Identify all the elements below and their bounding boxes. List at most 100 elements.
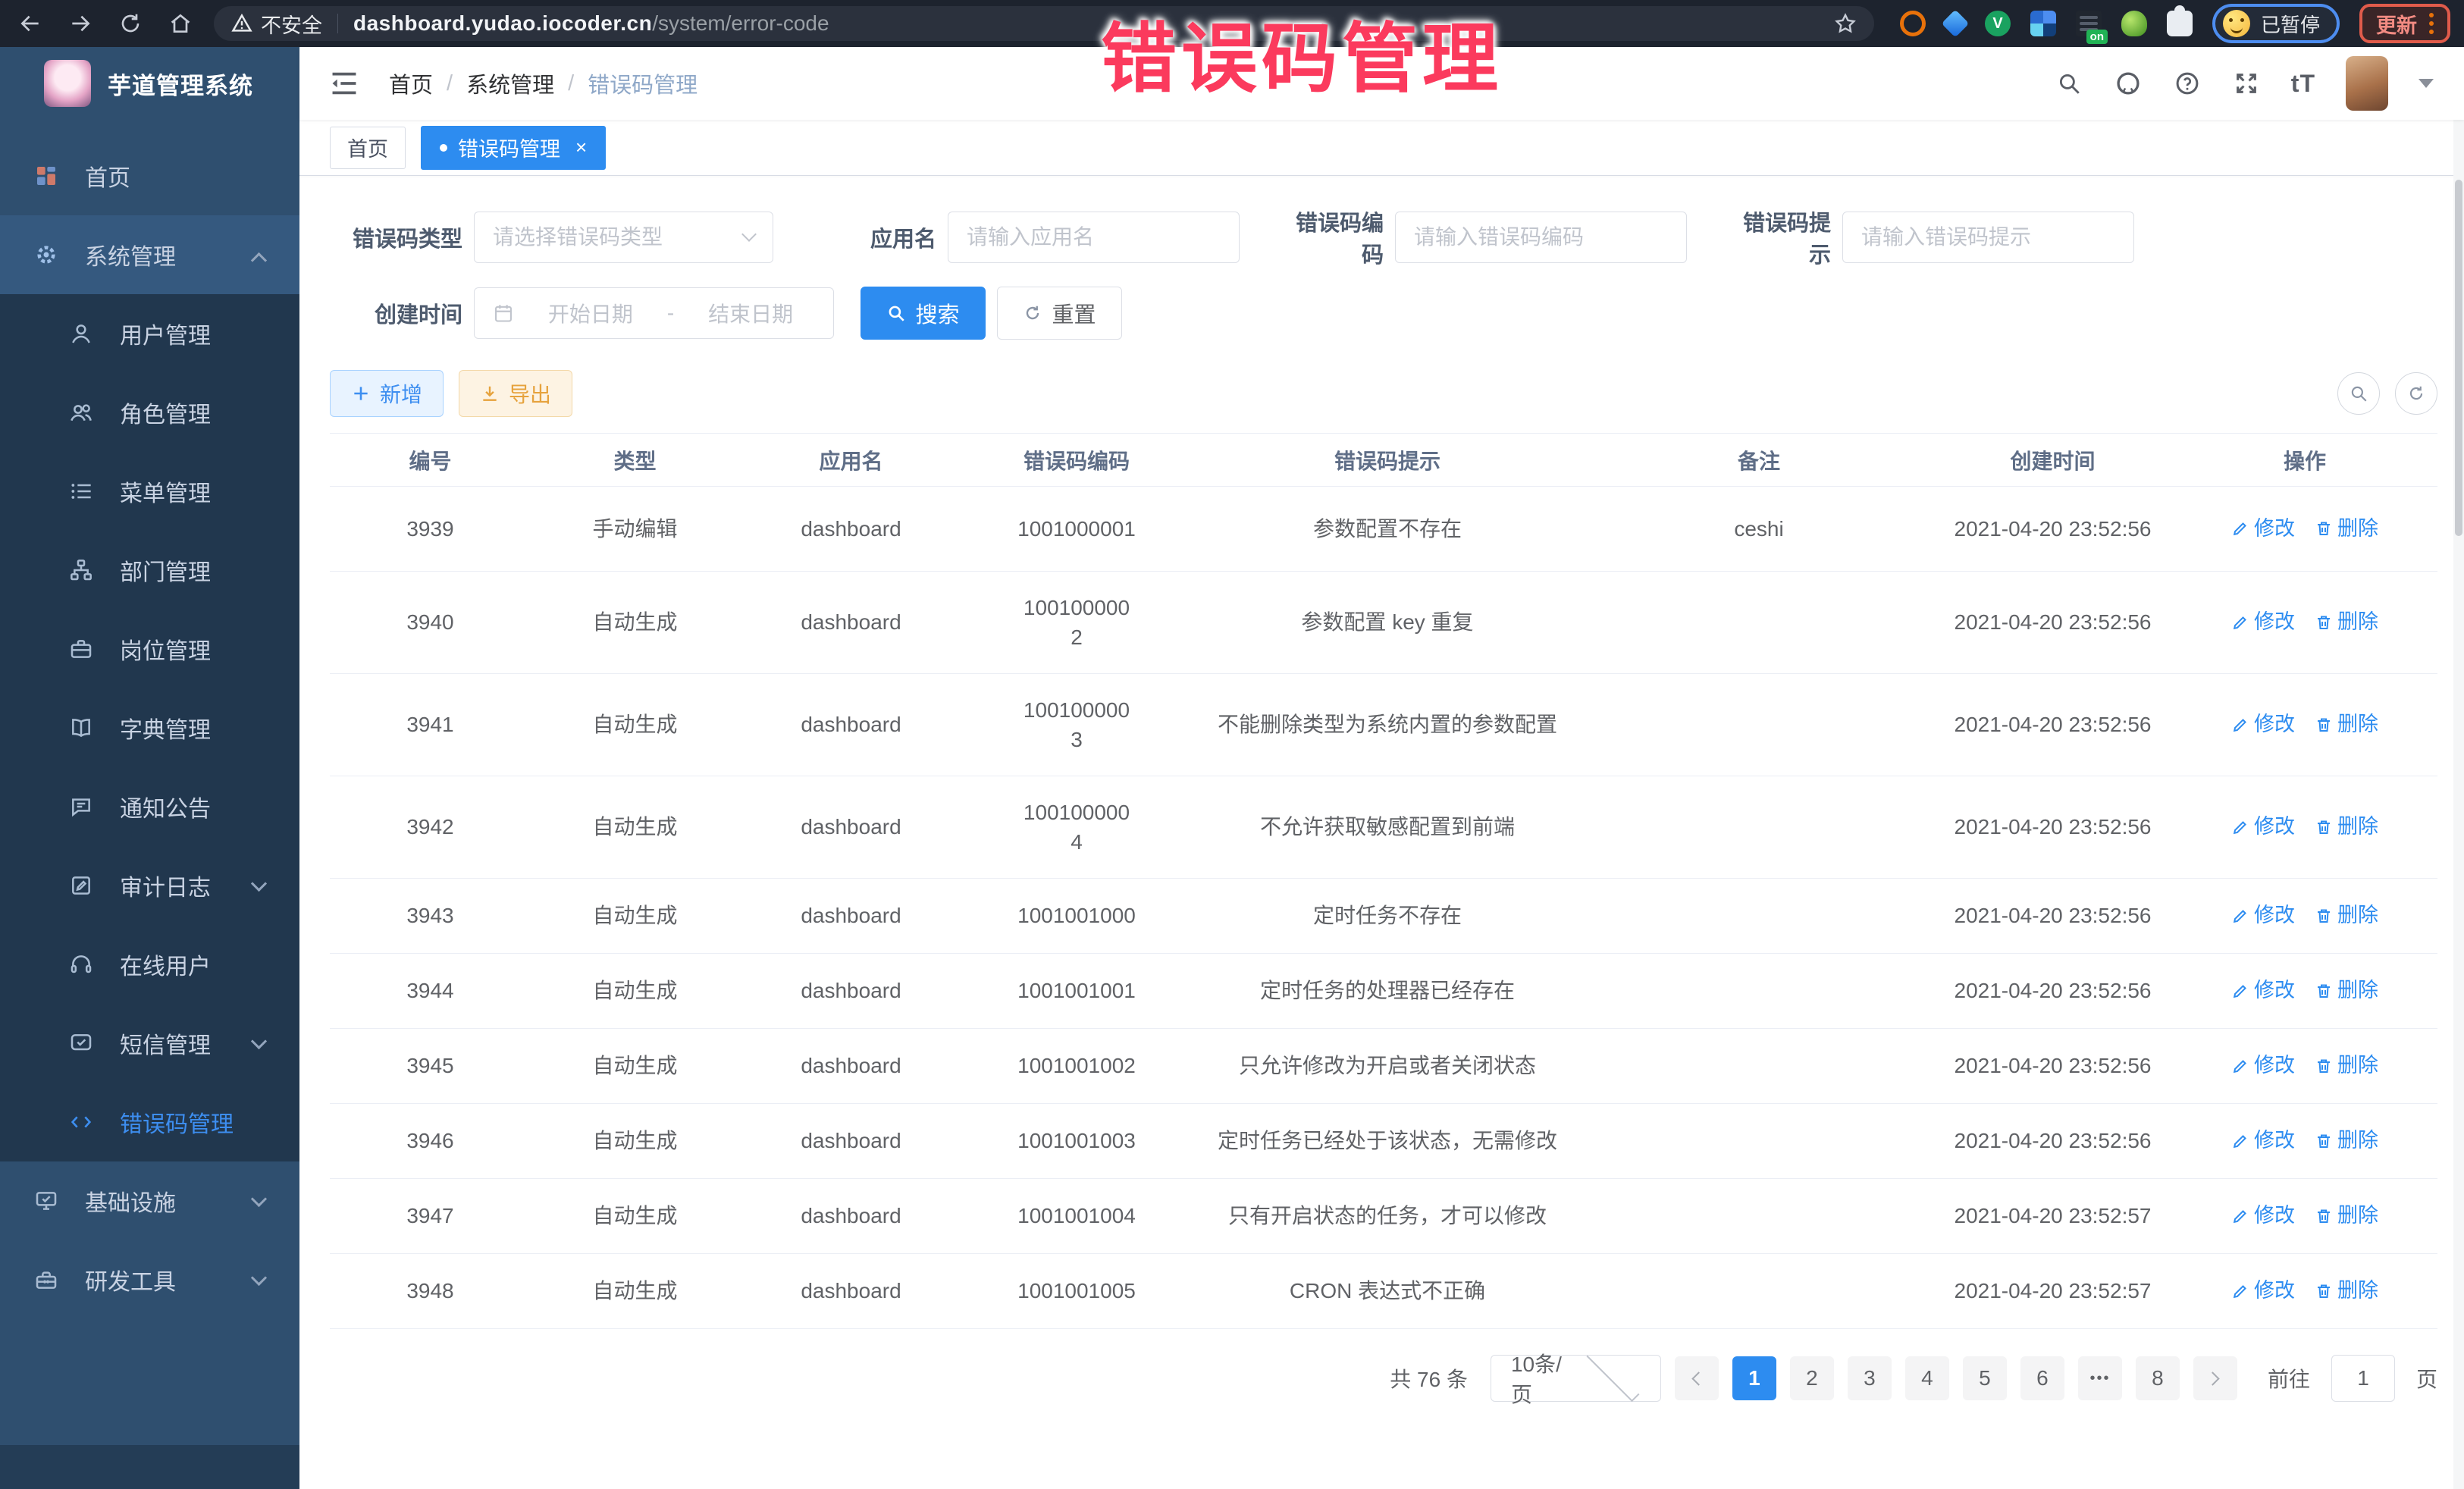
delete-link[interactable]: 删除 (2315, 976, 2378, 1005)
delete-link[interactable]: 删除 (2315, 1202, 2378, 1230)
search-icon[interactable] (2055, 69, 2083, 98)
page-size-select[interactable]: 10条/页 (1491, 1355, 1661, 1402)
extension-icon[interactable] (2121, 11, 2147, 36)
browser-profile-paused[interactable]: 已暂停 (2212, 4, 2340, 43)
tab-error-code-active[interactable]: 错误码管理 × (421, 126, 606, 170)
edit-link[interactable]: 修改 (2231, 1277, 2295, 1306)
help-icon[interactable] (2173, 69, 2202, 98)
sidebar-item-menus[interactable]: 菜单管理 (0, 452, 299, 531)
goto-page-input[interactable] (2331, 1355, 2395, 1402)
github-icon[interactable] (2114, 69, 2143, 98)
extension-icon[interactable]: on (2076, 11, 2102, 36)
breadcrumb-system[interactable]: 系统管理 (466, 67, 554, 99)
reload-icon[interactable] (117, 10, 144, 37)
sidebar-item-dev-tools[interactable]: 研发工具 (0, 1240, 299, 1319)
sidebar-item-error-code[interactable]: 错误码管理 (0, 1083, 299, 1161)
extension-icon[interactable] (1942, 10, 1970, 38)
sidebar-item-notices[interactable]: 通知公告 (0, 767, 299, 846)
page-button-4[interactable]: 4 (1905, 1356, 1949, 1400)
sidebar-item-departments[interactable]: 部门管理 (0, 531, 299, 610)
search-button[interactable]: 搜索 (861, 287, 986, 340)
edit-link[interactable]: 修改 (2231, 608, 2295, 637)
page-button-1[interactable]: 1 (1732, 1356, 1776, 1400)
page-button-8[interactable]: 8 (2136, 1356, 2180, 1400)
close-icon[interactable]: × (575, 136, 587, 159)
prev-page-button[interactable] (1675, 1356, 1719, 1400)
sidebar-item-online-users[interactable]: 在线用户 (0, 925, 299, 1004)
table-row: 3941自动生成dashboard100100000 3不能删除类型为系统内置的… (330, 674, 2437, 776)
security-label[interactable]: 不安全 (261, 9, 322, 39)
more-pages-button[interactable]: ••• (2078, 1356, 2122, 1400)
extension-icon[interactable] (2030, 11, 2056, 36)
extension-icon[interactable] (1900, 11, 1926, 36)
refresh-icon[interactable] (2395, 372, 2437, 415)
home-icon[interactable] (167, 10, 194, 37)
delete-link[interactable]: 删除 (2315, 1277, 2378, 1306)
reset-button[interactable]: 重置 (997, 287, 1122, 340)
breadcrumb-home[interactable]: 首页 (389, 67, 433, 99)
toggle-search-icon[interactable] (2337, 372, 2380, 415)
app-logo[interactable]: 芋道管理系统 (0, 47, 299, 120)
url-divider (337, 14, 338, 33)
edit-link[interactable]: 修改 (2231, 976, 2295, 1005)
sidebar-item-sms[interactable]: 短信管理 (0, 1004, 299, 1083)
app-name-input[interactable] (967, 225, 1221, 249)
extension-icon[interactable]: V (1985, 11, 2011, 36)
sidebar-item-label: 基础设施 (85, 1184, 176, 1218)
delete-link[interactable]: 删除 (2315, 515, 2378, 544)
error-code-input-wrap[interactable] (1395, 212, 1687, 263)
tab-home[interactable]: 首页 (330, 127, 406, 169)
error-hint-input-wrap[interactable] (1842, 212, 2134, 263)
error-hint-input[interactable] (1861, 225, 2115, 249)
avatar-caret-icon[interactable] (2419, 79, 2434, 88)
next-page-button[interactable] (2193, 1356, 2237, 1400)
forward-icon[interactable] (67, 10, 94, 37)
delete-link[interactable]: 删除 (2315, 1127, 2378, 1155)
back-icon[interactable] (17, 10, 44, 37)
org-tree-icon (68, 557, 94, 583)
browser-menu-icon[interactable] (2429, 13, 2434, 34)
export-button[interactable]: 导出 (459, 370, 572, 417)
hamburger-icon[interactable] (330, 71, 360, 96)
error-code-input[interactable] (1414, 225, 1668, 249)
date-range-picker[interactable]: 开始日期 - 结束日期 (474, 287, 834, 339)
edit-link[interactable]: 修改 (2231, 901, 2295, 930)
error-type-select-input[interactable] (493, 225, 736, 249)
delete-link[interactable]: 删除 (2315, 901, 2378, 930)
delete-link[interactable]: 删除 (2315, 710, 2378, 739)
page-button-5[interactable]: 5 (1963, 1356, 2007, 1400)
edit-link[interactable]: 修改 (2231, 1202, 2295, 1230)
delete-link[interactable]: 删除 (2315, 813, 2378, 842)
edit-link[interactable]: 修改 (2231, 1127, 2295, 1155)
text-size-icon[interactable]: tT (2291, 70, 2315, 98)
sidebar-item-roles[interactable]: 角色管理 (0, 373, 299, 452)
sidebar-item-home[interactable]: 首页 (0, 136, 299, 215)
fullscreen-icon[interactable] (2232, 69, 2261, 98)
extensions-puzzle-icon[interactable] (2167, 11, 2193, 36)
sidebar-item-infrastructure[interactable]: 基础设施 (0, 1161, 299, 1240)
page-button-3[interactable]: 3 (1848, 1356, 1892, 1400)
sidebar-item-audit-log[interactable]: 审计日志 (0, 846, 299, 925)
edit-link[interactable]: 修改 (2231, 813, 2295, 842)
sidebar-item-users[interactable]: 用户管理 (0, 294, 299, 373)
add-button[interactable]: 新增 (330, 370, 444, 417)
bookmark-star-icon[interactable] (1833, 11, 1857, 36)
delete-link[interactable]: 删除 (2315, 608, 2378, 637)
sidebar-item-system[interactable]: 系统管理 (0, 215, 299, 294)
sidebar-item-posts[interactable]: 岗位管理 (0, 610, 299, 688)
page-button-6[interactable]: 6 (2020, 1356, 2064, 1400)
table-row: 3943自动生成dashboard1001001000定时任务不存在2021-0… (330, 879, 2437, 954)
user-avatar[interactable] (2346, 56, 2388, 111)
app-name-input-wrap[interactable] (948, 212, 1240, 263)
edit-link[interactable]: 修改 (2231, 710, 2295, 739)
edit-link[interactable]: 修改 (2231, 1052, 2295, 1080)
delete-link[interactable]: 删除 (2315, 1052, 2378, 1080)
error-type-select[interactable] (474, 212, 773, 263)
browser-update-button[interactable]: 更新 (2359, 4, 2450, 43)
page-scrollbar[interactable] (2453, 47, 2464, 1489)
page-button-2[interactable]: 2 (1790, 1356, 1834, 1400)
edit-link[interactable]: 修改 (2231, 515, 2295, 544)
sidebar-item-dictionary[interactable]: 字典管理 (0, 688, 299, 767)
url-bar[interactable]: 不安全 dashboard.yudao.iocoder.cn/system/er… (214, 6, 1874, 41)
scrollbar-thumb[interactable] (2455, 180, 2462, 536)
